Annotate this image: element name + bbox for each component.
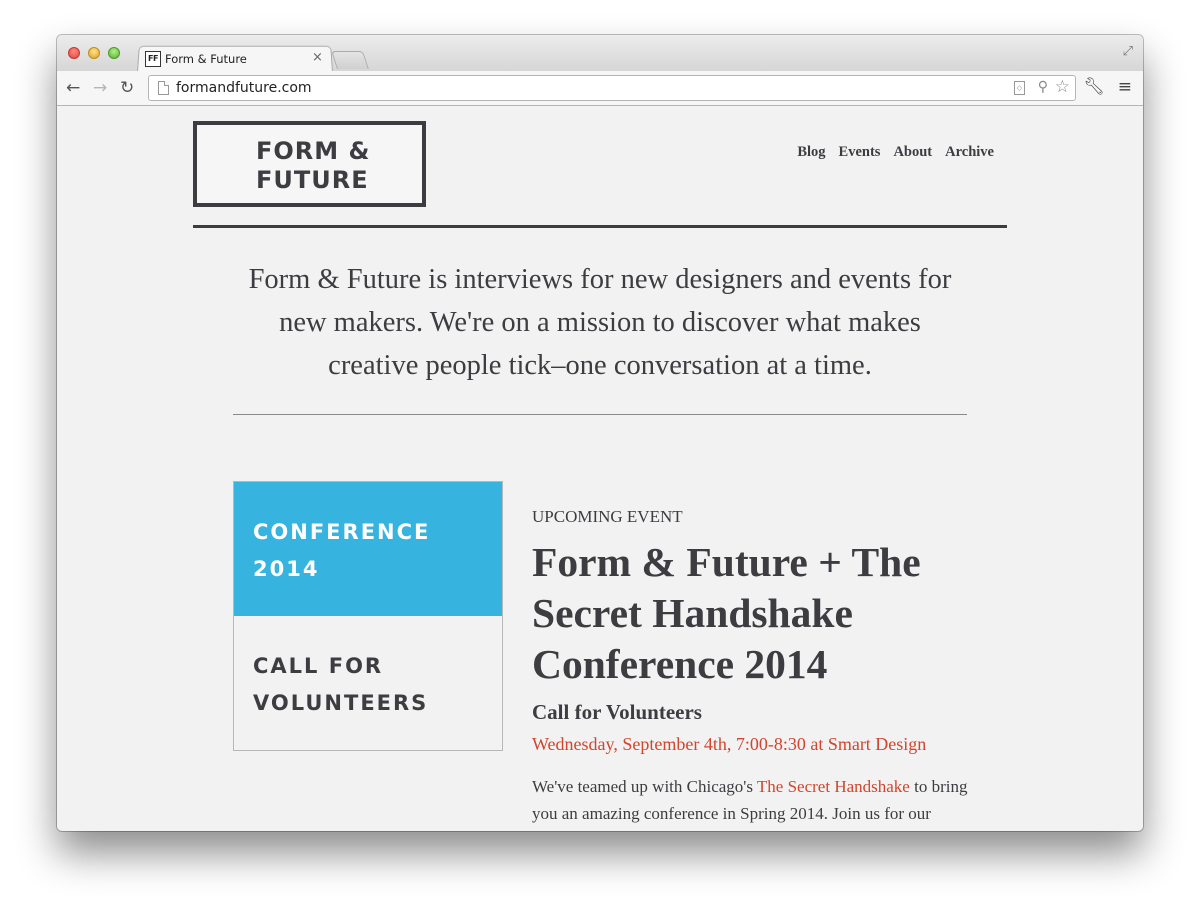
section-divider <box>233 414 967 415</box>
browser-tab-content: FF Form & Future × <box>145 49 331 71</box>
secret-handshake-link[interactable]: The Secret Handshake <box>757 777 910 796</box>
promo-conference-text: CONFERENCE 2014 <box>253 520 431 581</box>
browser-toolbar: ← → ↻ formandfuture.com ◇ ⚲ ☆ 🔧︎ ≡ <box>57 71 1143 106</box>
promo-banner: CONFERENCE 2014 <box>234 482 502 616</box>
url-text[interactable]: formandfuture.com <box>176 80 312 96</box>
hamburger-menu-icon[interactable]: ≡ <box>1118 77 1132 97</box>
logo-text: FORM & FUTURE <box>256 137 371 194</box>
fullscreen-icon[interactable]: ⤢ <box>1123 44 1133 59</box>
browser-window: FF Form & Future × ⤢ ← → ↻ formandfuture… <box>57 35 1143 831</box>
nav-link-archive[interactable]: Archive <box>945 144 994 161</box>
site-nav: Blog Events About Archive <box>797 144 994 161</box>
event-title[interactable]: Form & Future + The Secret Handshake Con… <box>532 537 972 690</box>
new-tab-button[interactable] <box>331 51 369 69</box>
event-body-text-start: We've teamed up with Chicago's <box>532 777 757 796</box>
address-bar[interactable]: formandfuture.com ◇ ⚲ ☆ <box>148 75 1076 101</box>
header-divider <box>193 225 1007 228</box>
event-promo-image[interactable]: CONFERENCE 2014 CALL FOR VOLUNTEERS <box>233 481 503 751</box>
zoom-window-button[interactable] <box>108 47 120 59</box>
nav-link-events[interactable]: Events <box>839 144 881 161</box>
nav-link-about[interactable]: About <box>893 144 932 161</box>
site-tagline: Form & Future is interviews for new desi… <box>248 264 952 381</box>
promo-volunteers-text: CALL FOR VOLUNTEERS <box>253 654 429 715</box>
wrench-icon[interactable]: 🔧︎ <box>1083 77 1105 97</box>
event-subtitle: Call for Volunteers <box>532 700 702 724</box>
favicon-icon: FF <box>145 51 161 67</box>
event-kicker: Upcoming Event <box>532 507 683 526</box>
minimize-window-button[interactable] <box>88 47 100 59</box>
tab-title: Form & Future <box>165 52 247 66</box>
close-window-button[interactable] <box>68 47 80 59</box>
forward-arrow-icon[interactable]: → <box>93 77 107 99</box>
page-icon <box>158 81 169 95</box>
title-bar: FF Form & Future × ⤢ <box>57 35 1143 72</box>
back-arrow-icon[interactable]: ← <box>66 77 80 99</box>
nav-link-blog[interactable]: Blog <box>797 144 825 161</box>
page-viewport: FORM & FUTURE Blog Events About Archive … <box>57 107 1143 831</box>
page-action-icon[interactable]: ◇ <box>1014 81 1025 95</box>
bookmark-star-icon[interactable]: ☆ <box>1055 77 1070 97</box>
event-date: Wednesday, September 4th, 7:00-8:30 at S… <box>532 734 927 754</box>
reload-icon[interactable]: ↻ <box>120 77 134 99</box>
site-logo[interactable]: FORM & FUTURE <box>193 121 426 207</box>
event-description: We've teamed up with Chicago's The Secre… <box>233 773 973 831</box>
magnifier-icon[interactable]: ⚲ <box>1038 79 1048 95</box>
close-tab-icon[interactable]: × <box>312 50 323 65</box>
